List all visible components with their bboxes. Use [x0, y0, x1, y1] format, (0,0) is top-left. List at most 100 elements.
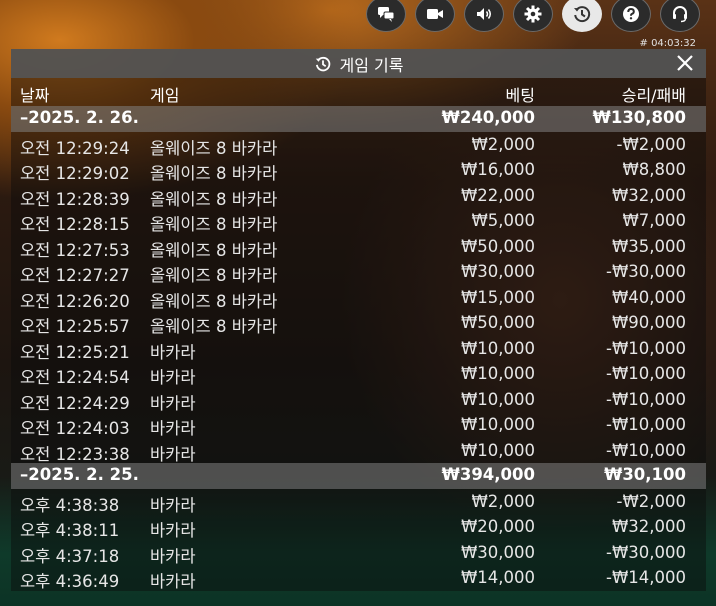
row-game: 바카라 — [150, 342, 196, 362]
history-row[interactable]: 오후 4:37:18 바카라 ₩30,000 -₩30,000 — [11, 540, 706, 566]
top-toolbar — [366, 0, 716, 36]
row-time: 오전 12:29:02 — [20, 164, 130, 183]
row-winloss: -₩10,000 — [605, 338, 686, 358]
row-time: 오전 12:24:29 — [20, 393, 130, 413]
server-clock: # 04:03:32 — [639, 38, 696, 49]
row-time: 오후 4:38:11 — [20, 521, 120, 540]
row-winloss: ₩32,000 — [611, 517, 686, 536]
row-time: 오전 12:27:27 — [20, 266, 130, 285]
row-bet: ₩10,000 — [460, 338, 535, 358]
row-game: 올웨이즈 8 바카라 — [150, 317, 278, 336]
row-game: 바카라 — [150, 546, 196, 566]
row-bet: ₩50,000 — [460, 313, 535, 332]
row-bet: ₩10,000 — [460, 440, 535, 460]
row-winloss: -₩14,000 — [605, 568, 686, 587]
row-winloss: ₩32,000 — [611, 185, 686, 205]
group-date: –2025. 2. 25. — [20, 465, 139, 484]
row-game: 바카라 — [150, 393, 196, 413]
group-bet-total: ₩394,000 — [441, 465, 535, 484]
row-game: 올웨이즈 8 바카라 — [150, 138, 278, 158]
history-row[interactable]: 오전 12:24:29 바카라 ₩10,000 -₩10,000 — [11, 387, 706, 413]
chat-button[interactable] — [366, 0, 406, 32]
group-win-total: ₩130,800 — [592, 108, 686, 127]
row-game: 바카라 — [150, 495, 196, 515]
row-bet: ₩5,000 — [471, 211, 535, 230]
row-game: 올웨이즈 8 바카라 — [150, 164, 278, 183]
row-game: 올웨이즈 8 바카라 — [150, 266, 278, 285]
gear-icon — [524, 5, 542, 23]
row-winloss: -₩30,000 — [605, 542, 686, 562]
row-game: 올웨이즈 8 바카라 — [150, 240, 278, 260]
row-bet: ₩22,000 — [460, 185, 535, 205]
row-game: 올웨이즈 8 바카라 — [150, 291, 278, 311]
row-bet: ₩10,000 — [460, 364, 535, 383]
chat-icon — [378, 7, 395, 22]
row-time: 오전 12:26:20 — [20, 291, 130, 311]
history-row[interactable]: 오전 12:24:03 바카라 ₩10,000 -₩10,000 — [11, 412, 706, 438]
row-bet: ₩30,000 — [460, 262, 535, 281]
support-button[interactable] — [660, 0, 700, 32]
history-row[interactable]: 오후 4:38:38 바카라 ₩2,000 -₩2,000 — [11, 489, 706, 515]
column-headers: 날짜 게임 베팅 승리/패배 — [11, 78, 706, 106]
row-winloss: -₩10,000 — [605, 364, 686, 383]
row-winloss: -₩10,000 — [605, 440, 686, 460]
game-history-panel: 게임 기록 날짜 게임 베팅 승리/패배 –2025. 2. 26. ₩240,… — [11, 49, 706, 591]
history-row[interactable]: 오전 12:27:53 올웨이즈 8 바카라 ₩50,000 ₩35,000 — [11, 234, 706, 260]
history-row[interactable]: 오전 12:25:57 올웨이즈 8 바카라 ₩50,000 ₩90,000 — [11, 310, 706, 336]
date-group-header[interactable]: –2025. 2. 25. ₩394,000 ₩30,100 — [11, 463, 706, 489]
close-icon — [677, 55, 693, 71]
history-row[interactable]: 오후 4:36:49 바카라 ₩14,000 -₩14,000 — [11, 565, 706, 591]
row-time: 오후 4:36:49 — [20, 572, 120, 591]
history-row[interactable]: 오전 12:28:15 올웨이즈 8 바카라 ₩5,000 ₩7,000 — [11, 208, 706, 234]
row-game: 올웨이즈 8 바카라 — [150, 215, 278, 234]
settings-button[interactable] — [513, 0, 553, 32]
history-row[interactable]: 오전 12:24:54 바카라 ₩10,000 -₩10,000 — [11, 361, 706, 387]
row-winloss: ₩8,800 — [622, 160, 686, 179]
row-time: 오전 12:27:53 — [20, 240, 130, 260]
group-date: –2025. 2. 26. — [20, 108, 139, 127]
history-row[interactable]: 오후 4:38:11 바카라 ₩20,000 ₩32,000 — [11, 514, 706, 540]
history-row[interactable]: 오전 12:27:27 올웨이즈 8 바카라 ₩30,000 -₩30,000 — [11, 259, 706, 285]
group-bet-total: ₩240,000 — [441, 108, 535, 127]
volume-icon — [477, 8, 491, 20]
row-time: 오전 12:29:24 — [20, 138, 130, 158]
history-row[interactable]: 오전 12:28:39 올웨이즈 8 바카라 ₩22,000 ₩32,000 — [11, 183, 706, 209]
history-row[interactable]: 오전 12:26:20 올웨이즈 8 바카라 ₩15,000 ₩40,000 — [11, 285, 706, 311]
row-game: 바카라 — [150, 444, 196, 464]
row-winloss: -₩10,000 — [605, 415, 686, 434]
row-time: 오전 12:24:03 — [20, 419, 130, 438]
row-bet: ₩14,000 — [460, 568, 535, 587]
volume-button[interactable] — [464, 0, 504, 32]
row-winloss: ₩7,000 — [622, 211, 686, 230]
row-bet: ₩2,000 — [471, 134, 535, 154]
date-group-header[interactable]: –2025. 2. 26. ₩240,000 ₩130,800 — [11, 106, 706, 132]
history-row[interactable]: 오전 12:25:21 바카라 ₩10,000 -₩10,000 — [11, 336, 706, 362]
row-time: 오전 12:24:54 — [20, 368, 130, 387]
row-bet: ₩10,000 — [460, 389, 535, 409]
row-game: 바카라 — [150, 521, 196, 540]
row-time: 오전 12:23:38 — [20, 444, 130, 464]
history-row[interactable]: 오전 12:29:24 올웨이즈 8 바카라 ₩2,000 -₩2,000 — [11, 132, 706, 158]
help-icon — [623, 6, 639, 22]
row-time: 오전 12:25:57 — [20, 317, 130, 336]
row-bet: ₩50,000 — [460, 236, 535, 256]
row-winloss: -₩2,000 — [616, 491, 686, 511]
history-button[interactable] — [562, 0, 602, 32]
header-game: 게임 — [150, 86, 180, 105]
video-button[interactable] — [415, 0, 455, 32]
history-icon — [315, 56, 330, 71]
row-time: 오후 4:37:18 — [20, 546, 120, 566]
history-row[interactable]: 오전 12:23:38 바카라 ₩10,000 -₩10,000 — [11, 438, 706, 464]
row-game: 바카라 — [150, 368, 196, 387]
row-bet: ₩15,000 — [460, 287, 535, 307]
history-row[interactable]: 오전 12:29:02 올웨이즈 8 바카라 ₩16,000 ₩8,800 — [11, 157, 706, 183]
row-winloss: -₩10,000 — [605, 389, 686, 409]
header-winloss: 승리/패배 — [621, 86, 686, 105]
help-button[interactable] — [611, 0, 651, 32]
row-winloss: ₩40,000 — [611, 287, 686, 307]
row-winloss: -₩2,000 — [616, 134, 686, 154]
close-button[interactable] — [674, 52, 696, 74]
history-icon — [574, 6, 591, 23]
row-time: 오후 4:38:38 — [20, 495, 120, 515]
row-winloss: ₩35,000 — [611, 236, 686, 256]
